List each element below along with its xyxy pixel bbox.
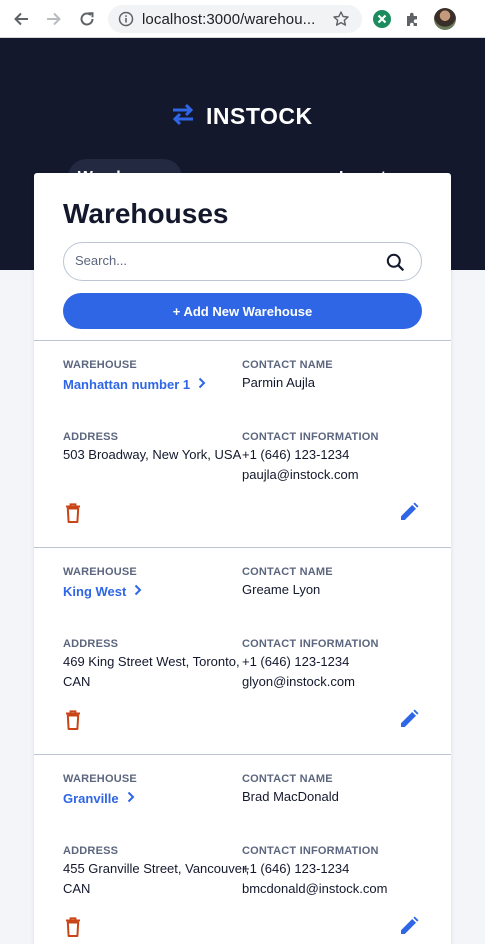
delete-icon[interactable] [65,503,81,528]
search-field[interactable] [63,242,422,281]
back-arrow-icon[interactable] [9,7,33,31]
contact-name-label: CONTACT NAME [242,359,333,371]
address-line-2: CAN [63,881,91,896]
contact-phone: +1 (646) 123-1234 [242,861,350,876]
chevron-right-icon[interactable] [198,377,206,392]
contact-name: Brad MacDonald [242,789,339,804]
delete-icon[interactable] [65,710,81,735]
page-title: Warehouses [63,198,229,229]
contact-info-label: CONTACT INFORMATION [242,431,379,443]
address-line-1: 469 King Street West, Toronto, [63,654,240,669]
warehouse-link[interactable]: Granville [63,791,135,806]
contact-name: Parmin Aujla [242,375,315,390]
contact-email: paujla@instock.com [242,467,359,482]
chevron-right-icon[interactable] [127,791,135,806]
warehouse-link[interactable]: King West [63,584,142,599]
address-line-1: 455 Granville Street, Vancouver, [63,861,250,876]
add-warehouse-button[interactable]: + Add New Warehouse [63,293,422,329]
search-input[interactable] [75,253,375,268]
warehouse-label: WAREHOUSE [63,359,137,371]
swap-arrows-icon [170,101,196,132]
warehouse-row: WAREHOUSE King West CONTACT NAME Greame … [34,548,451,755]
address-line-1: 503 Broadway, New York, USA [63,447,242,462]
info-icon[interactable] [118,11,134,32]
contact-phone: +1 (646) 123-1234 [242,447,350,462]
warehouse-name[interactable]: King West [63,584,126,599]
contact-phone: +1 (646) 123-1234 [242,654,350,669]
url-text: localhost:3000/warehou... [142,11,316,28]
address-label: ADDRESS [63,845,119,857]
contact-name-label: CONTACT NAME [242,566,333,578]
warehouse-row: WAREHOUSE Manhattan number 1 CONTACT NAM… [34,341,451,548]
warehouse-row: WAREHOUSE Granville CONTACT NAME Brad Ma… [34,755,451,944]
contact-name-label: CONTACT NAME [242,773,333,785]
address-line-2: CAN [63,674,91,689]
profile-avatar[interactable] [434,8,456,30]
extensions-puzzle-icon[interactable] [401,7,425,31]
chevron-right-icon[interactable] [134,584,142,599]
forward-arrow-icon[interactable] [42,7,66,31]
extension-x-icon[interactable] [370,7,394,31]
delete-icon[interactable] [65,917,81,942]
logo[interactable]: INSTOCK [170,103,313,129]
address-label: ADDRESS [63,638,119,650]
contact-info-label: CONTACT INFORMATION [242,845,379,857]
bookmark-star-icon[interactable] [332,10,350,33]
contact-name: Greame Lyon [242,582,321,597]
search-icon[interactable] [386,253,405,277]
address-label: ADDRESS [63,431,119,443]
edit-pencil-icon[interactable] [399,709,419,734]
edit-pencil-icon[interactable] [399,502,419,527]
address-bar[interactable]: localhost:3000/warehou... [108,5,362,33]
warehouse-link[interactable]: Manhattan number 1 [63,377,206,392]
warehouses-card: Warehouses + Add New Warehouse WAREHOUSE… [34,173,451,944]
contact-info-label: CONTACT INFORMATION [242,638,379,650]
contact-email: glyon@instock.com [242,674,355,689]
contact-email: bmcdonald@instock.com [242,881,388,896]
logo-text: INSTOCK [206,102,313,129]
warehouse-label: WAREHOUSE [63,566,137,578]
reload-icon[interactable] [75,7,99,31]
warehouse-name[interactable]: Manhattan number 1 [63,377,190,392]
browser-toolbar: localhost:3000/warehou... [0,0,485,38]
warehouse-label: WAREHOUSE [63,773,137,785]
warehouse-name[interactable]: Granville [63,791,119,806]
edit-pencil-icon[interactable] [399,916,419,941]
